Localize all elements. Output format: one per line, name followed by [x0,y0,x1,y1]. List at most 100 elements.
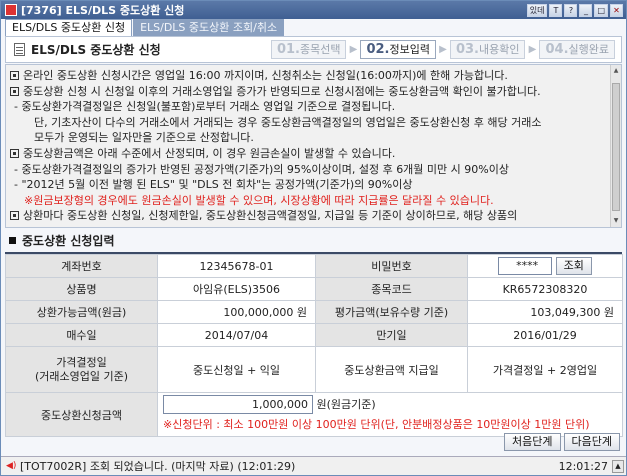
scroll-up-icon[interactable]: ▲ [612,67,620,75]
pay-date-value: 가격결정일 + 2영업일 [467,346,623,393]
page-header: ELS/DLS 중도상환 신청 01.종목선택 ▶ 02.정보입력 ▶ 03.내… [5,36,622,63]
square-bullet-icon [9,237,16,244]
maximize-button[interactable]: □ [594,3,608,17]
notice-line: - "2012년 5월 이전 발행 된 ELS" 및 "DLS 전 회차"는 공… [10,177,607,193]
amount-unit-note: ※신청단위 : 최소 100만원 이상 100만원 단위(단, 안분배정상품은 … [163,417,590,431]
notice-text: 단, 기초자산이 다수의 거래소에서 거래되는 경우 중도상환금액결정일의 영업… [34,115,542,129]
amount-input[interactable]: 1,000,000 [163,395,313,414]
notice-text: 온라인 중도상환 신청시간은 영업일 16:00 까지이며, 신청취소는 신청일… [23,69,508,82]
step-1-label: 종목선택 [299,43,341,56]
maturity-date: 2016/01/29 [467,323,623,347]
tab-inquiry-cancel[interactable]: ELS/DLS 중도상환 조회/취소 [133,19,285,36]
password-cell: **** 조회 [467,254,623,278]
section-heading: 중도상환 신청입력 [9,232,115,249]
status-up-icon[interactable]: ▲ [612,459,624,473]
step-1: 01.종목선택 [270,40,347,59]
step-2-label: 정보입력 [389,43,430,56]
price-date-label-cell: 가격결정일 (거래소영업일 기준) [5,346,158,393]
amount-unit: 원(원금기준) [316,397,376,411]
application-window: [7376] ELS/DLS 중도상환 신청 있데 T ? _ □ ✕ ELS/… [0,0,627,476]
notice-line: 중도상환금액은 아래 수준에서 산정되며, 이 경우 원금손실이 발생할 수 있… [10,146,607,162]
table-row: 중도상환신청금액 1,000,000 원(원금기준) ※신청단위 : 최소 10… [5,392,623,437]
page-title: ELS/DLS 중도상환 신청 [31,43,161,57]
status-bar: ◀) [TOT7002R] 조회 되었습니다. (마지막 자료) (12:01:… [1,456,626,475]
help-button[interactable]: ? [564,3,578,17]
step-2-number: 02. [366,42,390,57]
window-title: [7376] ELS/DLS 중도상환 신청 [21,4,185,17]
text-size-button[interactable]: T [549,3,563,17]
account-label: 계좌번호 [5,254,158,278]
title-bar[interactable]: [7376] ELS/DLS 중도상환 신청 있데 T ? _ □ ✕ [1,1,626,19]
step-arrow-icon: ▶ [528,44,537,55]
step-indicator: 01.종목선택 ▶ 02.정보입력 ▶ 03.내용확인 ▶ 04.실행완료 [270,40,621,59]
amount-label: 중도상환신청금액 [5,392,158,437]
amount-input-row: 1,000,000 원(원금기준) [163,395,622,415]
notice-text: - "2012년 5월 이전 발행 된 ELS" 및 "DLS 전 회차"는 공… [14,178,413,192]
notice-box: 온라인 중도상환 신청시간은 영업일 16:00 까지이며, 신청취소는 신청일… [5,64,622,228]
table-row: 상품명 아임유(ELS)3506 종목코드 KR6572308320 [5,277,623,301]
status-time: 12:01:27 [558,459,608,473]
product-code: KR6572308320 [467,277,623,301]
tab-bar: ELS/DLS 중도상환 신청 ELS/DLS 중도상환 조회/취소 [5,19,285,36]
notice-text: 중도상환 신청 시 신청일 이후의 거래소영업일 증가가 반영되므로 신청시점에… [23,84,541,98]
price-date-sublabel: (거래소영업일 기준) [34,369,129,383]
notice-line: 온라인 중도상환 신청시간은 영업일 16:00 까지이며, 신청취소는 신청일… [10,68,607,84]
section-title: 중도상환 신청입력 [22,234,115,248]
bullet-icon [10,71,19,80]
scrollbar-thumb[interactable] [612,83,620,211]
amount-cell: 1,000,000 원(원금기준) ※신청단위 : 최소 100만원 이상 10… [157,392,623,437]
product-label: 상품명 [5,277,158,301]
inquiry-button[interactable]: 조회 [555,257,592,275]
link-button[interactable]: 있데 [526,3,548,17]
step-4: 04.실행완료 [539,40,615,59]
table-row: 계좌번호 12345678-01 비밀번호 **** 조회 [5,254,623,278]
notice-text: 상환마다 중도상환 신청일, 신청제한일, 중도상환신청금액결정일, 지급일 등… [23,209,518,223]
step-4-number: 04. [545,42,569,57]
buy-date-label: 매수일 [5,323,158,347]
notice-line: 모두가 운영되는 일자만을 기준으로 산정합니다. [10,130,607,146]
notice-line: 중도상환 신청 시 신청일 이후의 거래소영업일 증가가 반영되므로 신청시점에… [10,84,607,100]
step-arrow-icon: ▶ [439,44,447,55]
price-date-label: 가격결정일 [56,355,107,369]
tab-apply[interactable]: ELS/DLS 중도상환 신청 [5,19,133,36]
app-icon [5,4,17,16]
action-buttons: 처음단계 다음단계 [504,433,620,451]
eval-cell: 103,049,300 원 [467,300,623,324]
step-2: 02.정보입력 [360,40,436,59]
minimize-button[interactable]: _ [579,3,593,17]
scroll-down-icon[interactable]: ▼ [612,217,620,225]
redeemable-label: 상환가능금액(원금) [5,300,158,324]
first-step-button[interactable]: 처음단계 [504,433,561,451]
document-icon [14,43,25,56]
notice-line: 상환마다 중도상환 신청일, 신청제한일, 중도상환신청금액결정일, 지급일 등… [10,208,607,224]
eval-label: 평가금액(보유수량 기준) [315,300,468,324]
buy-date: 2014/07/04 [157,323,316,347]
close-button[interactable]: ✕ [610,3,623,17]
step-arrow-icon: ▶ [349,44,358,55]
step-3: 03.내용확인 [449,40,526,59]
table-row: 가격결정일 (거래소영업일 기준) 중도신청일 + 익일 중도상환금액 지급일 … [5,346,623,393]
account-number: 12345678-01 [157,254,316,278]
notice-scrollbar[interactable]: ▲ ▼ [610,65,621,227]
eval-unit: 원 [603,306,614,319]
redeemable-cell: 100,000,000 원 [157,300,316,324]
price-date-value: 중도신청일 + 익일 [157,346,316,393]
notice-text: - 중도상환가격결정일은 신청일(불포함)로부터 거래소 영업일 기준으로 결정… [14,100,396,114]
step-4-label: 실행완료 [568,43,609,56]
title-bar-controls: 있데 T ? _ □ ✕ [526,3,626,17]
bullet-icon [10,211,19,221]
status-message: [TOT7002R] 조회 되었습니다. (마지막 자료) (12:01:29) [20,460,296,473]
notice-lines: 온라인 중도상환 신청시간은 영업일 16:00 까지이며, 신청취소는 신청일… [10,68,607,224]
speaker-icon: ◀) [6,461,17,471]
table-row: 매수일 2014/07/04 만기일 2016/01/29 [5,323,623,347]
notice-line: 단, 기초자산이 다수의 거래소에서 거래되는 경우 중도상환금액결정일의 영업… [10,115,607,131]
next-step-button[interactable]: 다음단계 [563,433,620,451]
bullet-icon [10,148,19,158]
notice-text: - 중도상환가격결정일의 증가가 반영된 공정가액(기준가)의 95%이상이며,… [14,162,509,176]
notice-line: - 중도상환가격결정일은 신청일(불포함)로부터 거래소 영업일 기준으로 결정… [10,99,607,115]
step-1-number: 01. [276,42,300,57]
notice-text: ※원금보장형의 경우에도 원금손실이 발생할 수 있으며, 시장상황에 따라 지… [24,193,494,207]
bullet-icon [10,86,19,96]
code-label: 종목코드 [315,277,468,301]
password-input[interactable]: **** [498,257,553,275]
